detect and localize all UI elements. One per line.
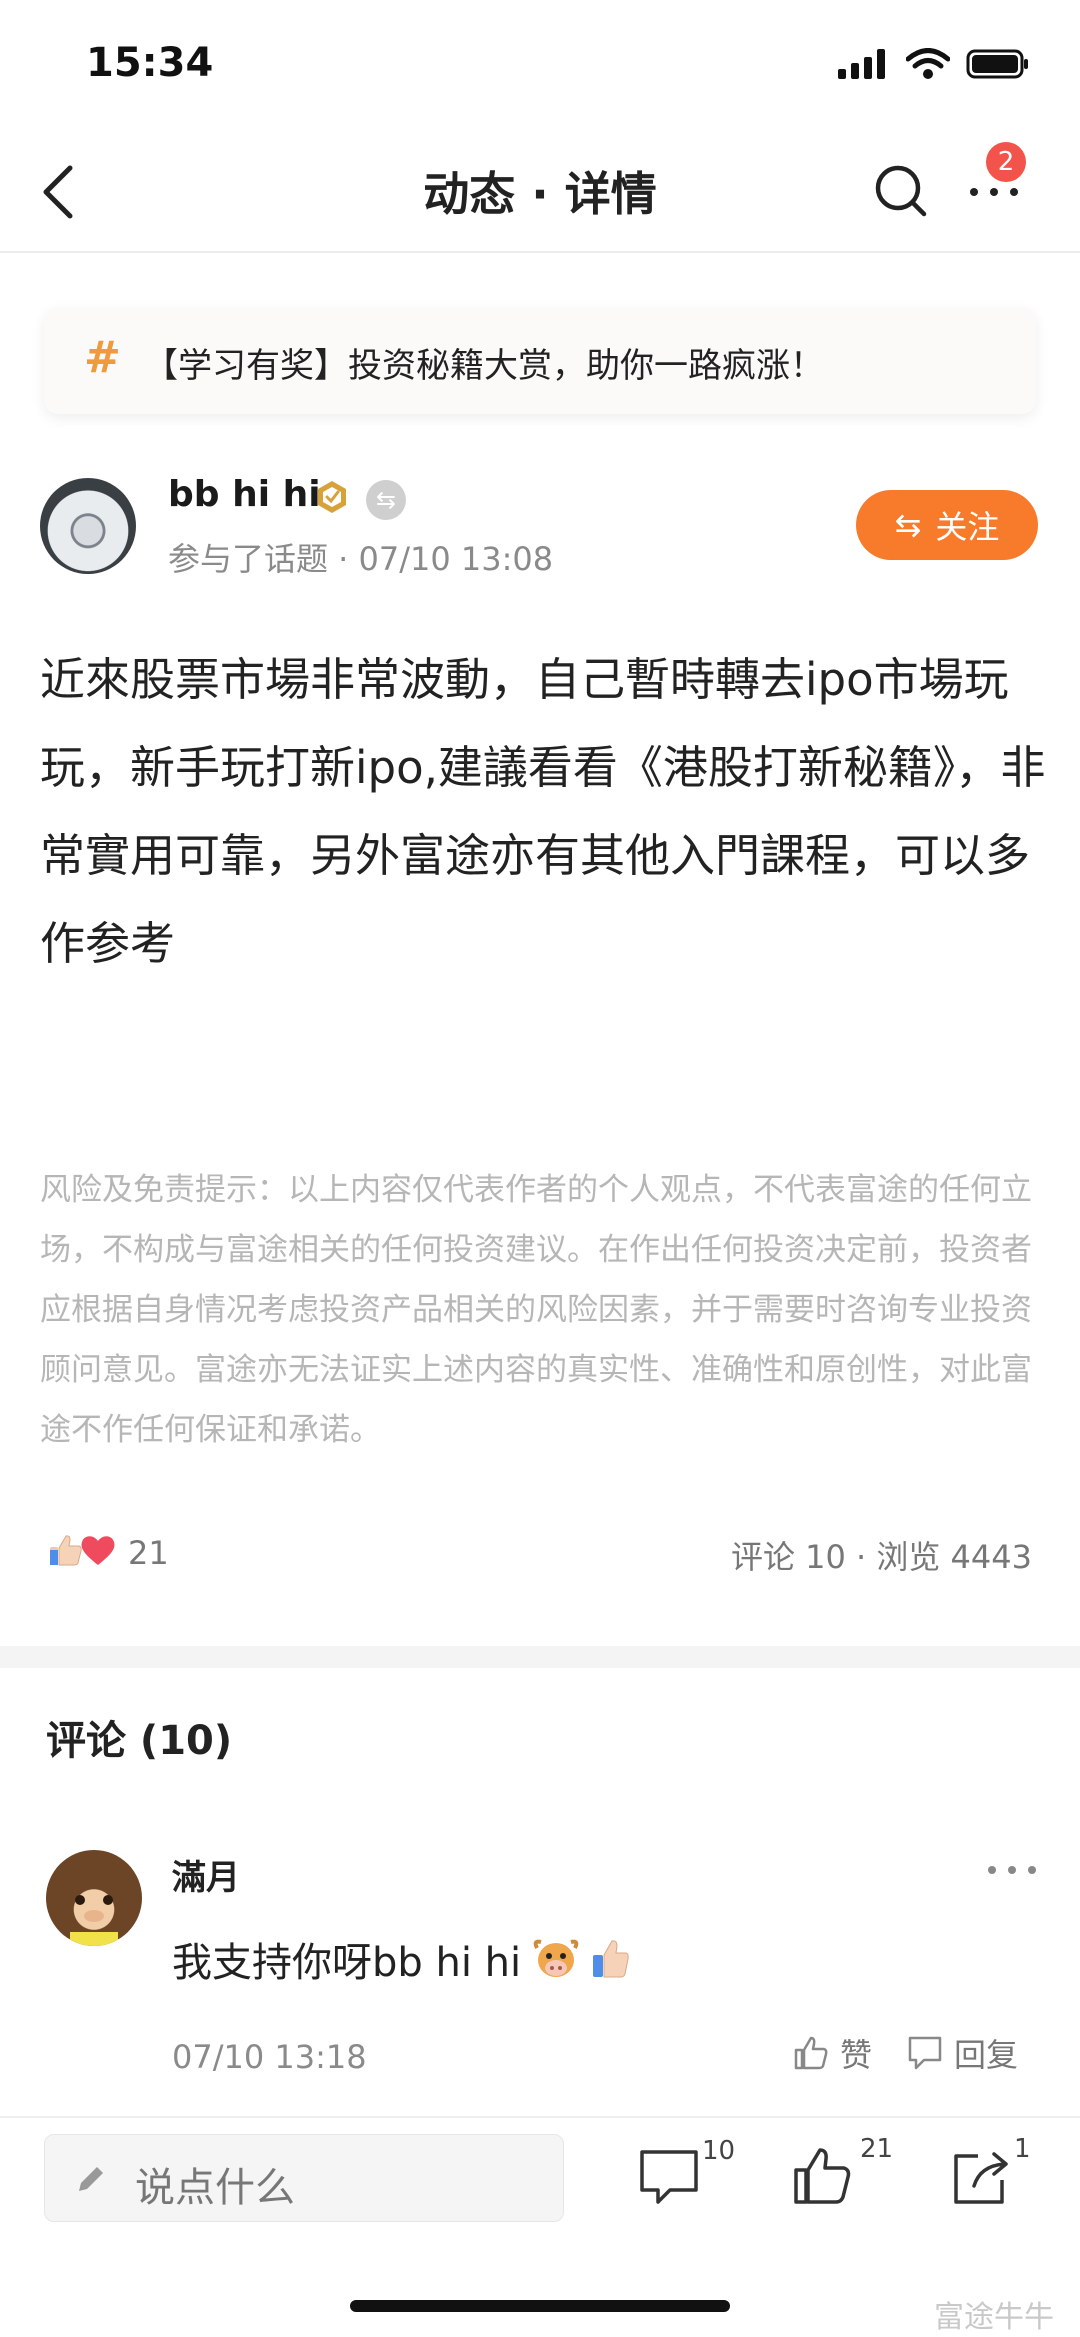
author-meta: 参与了话题 · 07/10 13:08 bbox=[168, 540, 554, 578]
topic-hash-icon: # bbox=[84, 332, 121, 383]
comment-reply-button[interactable]: 回复 bbox=[906, 2030, 1018, 2076]
divider bbox=[0, 251, 1080, 253]
comment-input[interactable]: 说点什么 bbox=[44, 2134, 564, 2222]
monkey-face-icon bbox=[70, 1895, 118, 1946]
comment-count: 10 bbox=[702, 2136, 736, 2166]
nav-bar: 动态 · 详情 2 bbox=[0, 120, 1080, 252]
reply-icon bbox=[908, 2036, 942, 2070]
post-body: 近來股票市場非常波動，自己暫時轉去ipo市場玩玩，新手玩打新ipo,建議看看《港… bbox=[40, 653, 1046, 970]
comment-view-stats: 评论 10 · 浏览 4443 bbox=[730, 1538, 1032, 1576]
status-time: 15:34 bbox=[86, 40, 214, 86]
wifi-icon bbox=[906, 48, 950, 79]
comment-user[interactable]: 滿月 bbox=[172, 1850, 240, 1899]
follow-label: 关注 bbox=[935, 508, 1000, 546]
notification-badge: 2 bbox=[986, 142, 1026, 182]
share-icon[interactable] bbox=[950, 2146, 1012, 2208]
likes-count: 21 bbox=[128, 1534, 169, 1572]
author-avatar[interactable] bbox=[40, 478, 136, 574]
thumbs-up-icon bbox=[593, 1940, 629, 1978]
reactions[interactable] bbox=[48, 1532, 118, 1568]
section-separator bbox=[0, 1646, 1080, 1668]
comment-more-icon[interactable] bbox=[984, 1860, 1040, 1880]
comment-time: 07/10 13:18 bbox=[172, 2038, 367, 2076]
risk-disclaimer: 风险及免责提示：以上内容仅代表作者的个人观点，不代表富途的任何立场，不构成与富途… bbox=[40, 1172, 1032, 1448]
like-count: 21 bbox=[860, 2134, 894, 2164]
comments-title: 评论 (10) bbox=[46, 1718, 233, 1764]
divider bbox=[0, 2116, 1080, 2118]
battery-icon bbox=[966, 49, 1028, 79]
watermark: 富途牛牛 bbox=[934, 2300, 1054, 2335]
status-icons bbox=[838, 46, 1030, 82]
topic-text: 【学习有奖】投资秘籍大赏，助你一路疯涨！ bbox=[144, 346, 824, 386]
search-icon[interactable] bbox=[872, 160, 928, 220]
follow-icon: ⇆ bbox=[894, 506, 922, 544]
comment-text: 我支持你呀bb hi hi bbox=[172, 1940, 522, 1986]
author-name[interactable]: bb hi hi bbox=[168, 474, 321, 515]
share-count: 1 bbox=[1014, 2134, 1031, 2164]
heart-icon bbox=[81, 1536, 115, 1565]
pencil-icon bbox=[79, 2167, 103, 2191]
comment-reply-label: 回复 bbox=[954, 2036, 1019, 2074]
comment-like-label: 赞 bbox=[840, 2036, 873, 2074]
comment-like-button[interactable]: 赞 bbox=[792, 2030, 872, 2076]
like-outline-icon bbox=[794, 2036, 828, 2070]
comment-icon[interactable] bbox=[638, 2146, 700, 2208]
verified-icon bbox=[318, 481, 346, 513]
signal-icon bbox=[838, 49, 885, 79]
comment-text-row: 我支持你呀bb hi hi bbox=[172, 1930, 631, 1988]
topic-banner[interactable]: # 【学习有奖】投资秘籍大赏，助你一路疯涨！ bbox=[44, 308, 1036, 414]
comment-avatar[interactable] bbox=[46, 1850, 142, 1946]
comment-input-placeholder: 说点什么 bbox=[135, 2165, 295, 2211]
home-indicator bbox=[350, 2300, 730, 2312]
like-icon[interactable] bbox=[792, 2144, 854, 2206]
cow-emoji-icon bbox=[533, 1939, 579, 1977]
repost-icon: ⇆ bbox=[366, 480, 406, 520]
follow-button[interactable]: ⇆ 关注 bbox=[856, 490, 1038, 560]
